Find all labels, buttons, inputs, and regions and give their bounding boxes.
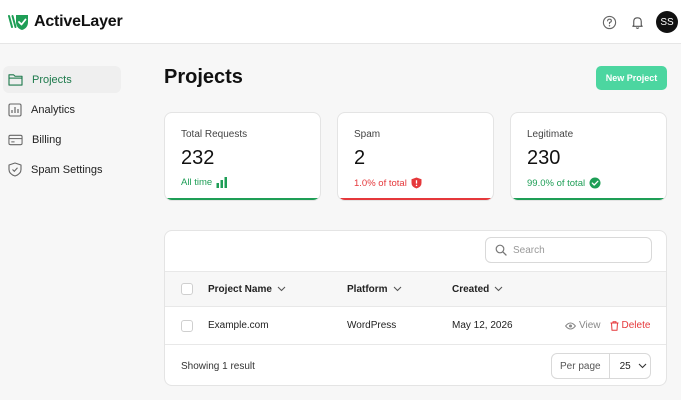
chevron-down-icon (494, 286, 503, 292)
projects-table-card: Project Name Platform Created Example.co… (164, 230, 667, 386)
stat-label: Spam (354, 129, 381, 140)
column-label: Project Name (208, 283, 272, 295)
stat-sub-text: 99.0% of total (527, 177, 586, 189)
bars-icon (216, 177, 228, 188)
search-icon (495, 244, 507, 256)
check-circle-icon (589, 177, 601, 189)
stat-label: Total Requests (181, 129, 248, 140)
top-bar: ActiveLayer SS (0, 0, 681, 44)
chevron-down-icon (277, 286, 286, 292)
sidebar-item-projects[interactable]: Projects (3, 66, 121, 93)
bar-chart-icon (8, 102, 22, 117)
table-row: Example.com WordPress May 12, 2026 View … (165, 307, 666, 345)
delete-button[interactable]: Delete (610, 320, 651, 331)
results-count: Showing 1 result (181, 361, 255, 372)
delete-label: Delete (621, 320, 651, 331)
per-page-label: Per page (552, 354, 610, 378)
sidebar-item-billing[interactable]: Billing (3, 126, 121, 153)
stat-value: 2 (354, 147, 366, 169)
cell-platform: WordPress (347, 320, 397, 331)
sidebar-item-label: Spam Settings (31, 163, 103, 176)
trash-icon (610, 320, 618, 331)
new-project-button[interactable]: New Project (596, 66, 667, 90)
stat-accent-bar (338, 198, 493, 200)
alert-shield-icon (411, 177, 422, 189)
stat-sub-text: All time (181, 177, 213, 188)
folder-icon (8, 74, 23, 86)
cell-created: May 12, 2026 (452, 320, 513, 331)
stat-sub: 1.0% of total (354, 177, 493, 189)
bell-icon[interactable] (628, 13, 646, 31)
avatar[interactable]: SS (656, 11, 678, 33)
view-label: View (579, 320, 601, 331)
sidebar-item-label: Analytics (31, 103, 76, 116)
help-icon[interactable] (600, 13, 618, 31)
stat-sub-text: 1.0% of total (354, 177, 407, 189)
column-label: Created (452, 283, 490, 295)
logo[interactable]: ActiveLayer (8, 13, 123, 31)
per-page-value-text: 25 (619, 360, 631, 372)
sidebar-item-label: Projects (32, 73, 72, 86)
column-header-created[interactable]: Created (452, 272, 503, 306)
credit-card-icon (8, 134, 23, 145)
sidebar: Projects Analytics Billing Spam Settings (0, 44, 130, 400)
per-page-value[interactable]: 25 (610, 361, 647, 372)
app-name: ActiveLayer (34, 12, 123, 30)
row-checkbox[interactable] (181, 319, 193, 332)
stat-value: 232 (181, 147, 215, 169)
logo-icon (8, 14, 28, 30)
select-all-checkbox[interactable] (181, 283, 193, 295)
chevron-down-icon (393, 286, 401, 292)
stat-accent-bar (511, 198, 666, 200)
stat-accent-bar (165, 198, 320, 200)
per-page-select[interactable]: Per page 25 (551, 353, 651, 379)
cell-project-name: Example.com (208, 320, 269, 331)
stat-card-total-requests: Total Requests 232 All time (164, 112, 321, 201)
column-label: Platform (347, 283, 388, 295)
chevron-down-icon (638, 363, 647, 369)
sidebar-item-analytics[interactable]: Analytics (3, 96, 121, 123)
sidebar-item-label: Billing (32, 133, 62, 146)
stat-card-spam: Spam 2 1.0% of total (337, 112, 494, 201)
search-input[interactable] (513, 244, 643, 256)
table-header: Project Name Platform Created (165, 271, 666, 307)
column-header-platform[interactable]: Platform (347, 272, 402, 306)
column-header-project-name[interactable]: Project Name (208, 272, 286, 306)
stat-value: 230 (527, 147, 561, 169)
stat-card-legitimate: Legitimate 230 99.0% of total (510, 112, 667, 201)
eye-icon (565, 322, 576, 329)
page-title: Projects (164, 66, 243, 88)
view-button[interactable]: View (565, 320, 601, 331)
search-box[interactable] (485, 237, 652, 263)
stat-sub: All time (181, 177, 320, 188)
stat-sub: 99.0% of total (527, 177, 666, 189)
stat-label: Legitimate (527, 129, 574, 140)
shield-icon (8, 162, 22, 177)
sidebar-item-spam-settings[interactable]: Spam Settings (3, 156, 121, 183)
